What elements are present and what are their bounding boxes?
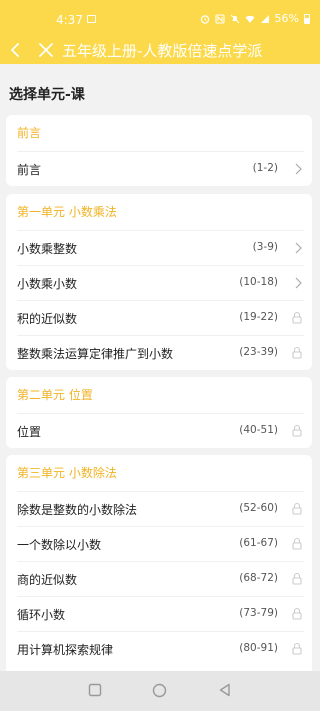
status-time: 4:37 bbox=[56, 13, 83, 27]
mute-icon bbox=[230, 14, 239, 23]
battery-icon bbox=[304, 13, 310, 24]
lock-icon bbox=[292, 424, 302, 437]
lock-icon bbox=[292, 572, 302, 585]
lesson-row[interactable]: 小数乘整数 (3-9) bbox=[17, 230, 304, 265]
lesson-row[interactable]: 一个数除以小数 (61-67) bbox=[17, 526, 304, 561]
section-title: 前言 bbox=[17, 126, 42, 140]
lesson-label: 小数乘整数 bbox=[17, 242, 78, 256]
lesson-pages: (52-60) bbox=[239, 502, 278, 514]
lesson-pages: (10-18) bbox=[239, 276, 278, 288]
chevron-right-icon bbox=[295, 163, 302, 175]
lesson-label: 除数是整数的小数除法 bbox=[17, 503, 138, 517]
lesson-row[interactable]: 积的近似数 (19-22) bbox=[17, 300, 304, 335]
page-title: 五年级上册-人教版倍速点学派 bbox=[62, 42, 263, 60]
lesson-pages: (23-39) bbox=[239, 346, 278, 358]
status-bar: 4:37 56% bbox=[0, 0, 320, 36]
lesson-label: 位置 bbox=[17, 425, 42, 439]
lesson-row[interactable]: 循环小数 (73-79) bbox=[17, 596, 304, 631]
lesson-pages: (40-51) bbox=[239, 424, 278, 436]
section-title: 第一单元 小数乘法 bbox=[17, 205, 117, 219]
lock-icon bbox=[292, 311, 302, 324]
lesson-label: 一个数除以小数 bbox=[17, 538, 102, 552]
image-notification-icon bbox=[87, 15, 96, 23]
section-card-preface: 前言 前言 (1-2) bbox=[6, 115, 312, 186]
wifi-icon bbox=[245, 15, 255, 23]
lesson-pages: (1-2) bbox=[252, 162, 278, 174]
close-icon[interactable] bbox=[36, 38, 56, 62]
lesson-label: 循环小数 bbox=[17, 608, 66, 622]
section-card-unit-1: 第一单元 小数乘法 小数乘整数 (3-9) 小数乘小数 (10-18) 积的近似… bbox=[6, 194, 312, 370]
lesson-pages: (68-72) bbox=[239, 572, 278, 584]
lesson-label: 小数乘小数 bbox=[17, 277, 78, 291]
lock-icon bbox=[292, 642, 302, 655]
nav-bar: 五年级上册-人教版倍速点学派 bbox=[0, 36, 320, 64]
chevron-right-icon bbox=[295, 277, 302, 289]
lesson-row[interactable]: 除数是整数的小数除法 (52-60) bbox=[17, 491, 304, 526]
lesson-label: 用计算机探索规律 bbox=[17, 643, 114, 657]
chevron-right-icon bbox=[295, 242, 302, 254]
signal-icon bbox=[260, 14, 269, 23]
lesson-pages: (61-67) bbox=[239, 537, 278, 549]
lesson-pages: (73-79) bbox=[239, 607, 278, 619]
section-card-unit-3: 第三单元 小数除法 除数是整数的小数除法 (52-60) 一个数除以小数 (61… bbox=[6, 455, 312, 671]
back-arrow-icon[interactable] bbox=[6, 38, 26, 62]
lesson-row[interactable]: 前言 (1-2) bbox=[17, 151, 304, 186]
section-card-unit-2: 第二单元 位置 位置 (40-51) bbox=[6, 377, 312, 448]
lesson-row[interactable]: 整数乘法运算定律推广到小数 (23-39) bbox=[17, 335, 304, 370]
lesson-row[interactable]: 位置 (40-51) bbox=[17, 413, 304, 448]
lock-icon bbox=[292, 537, 302, 550]
section-heading: 选择单元-课 bbox=[9, 87, 85, 103]
lock-icon bbox=[292, 346, 302, 359]
section-title: 第三单元 小数除法 bbox=[17, 466, 117, 480]
lesson-label: 商的近似数 bbox=[17, 573, 78, 587]
lesson-pages: (80-91) bbox=[239, 642, 278, 654]
alarm-icon bbox=[200, 14, 209, 24]
system-nav-bar bbox=[0, 671, 320, 711]
lesson-label: 整数乘法运算定律推广到小数 bbox=[17, 347, 174, 361]
recents-button[interactable] bbox=[88, 683, 102, 697]
lesson-label: 前言 bbox=[17, 163, 42, 177]
back-button[interactable] bbox=[218, 683, 232, 697]
content-area[interactable]: 选择单元-课 前言 前言 (1-2) 第一单元 小数乘法 小数乘整数 (3-9)… bbox=[0, 64, 320, 671]
lock-icon bbox=[292, 607, 302, 620]
lesson-row[interactable]: 商的近似数 (68-72) bbox=[17, 561, 304, 596]
lesson-row[interactable]: 用计算机探索规律 (80-91) bbox=[17, 631, 304, 666]
battery-percent: 56% bbox=[274, 12, 299, 25]
nfc-icon bbox=[214, 13, 225, 24]
lesson-pages: (19-22) bbox=[239, 311, 278, 323]
lesson-pages: (3-9) bbox=[252, 241, 278, 253]
home-button[interactable] bbox=[152, 683, 167, 698]
lesson-label: 积的近似数 bbox=[17, 312, 78, 326]
status-icons: 56% bbox=[200, 12, 310, 25]
section-title: 第二单元 位置 bbox=[17, 388, 93, 402]
lesson-row[interactable]: 小数乘小数 (10-18) bbox=[17, 265, 304, 300]
lock-icon bbox=[292, 502, 302, 515]
